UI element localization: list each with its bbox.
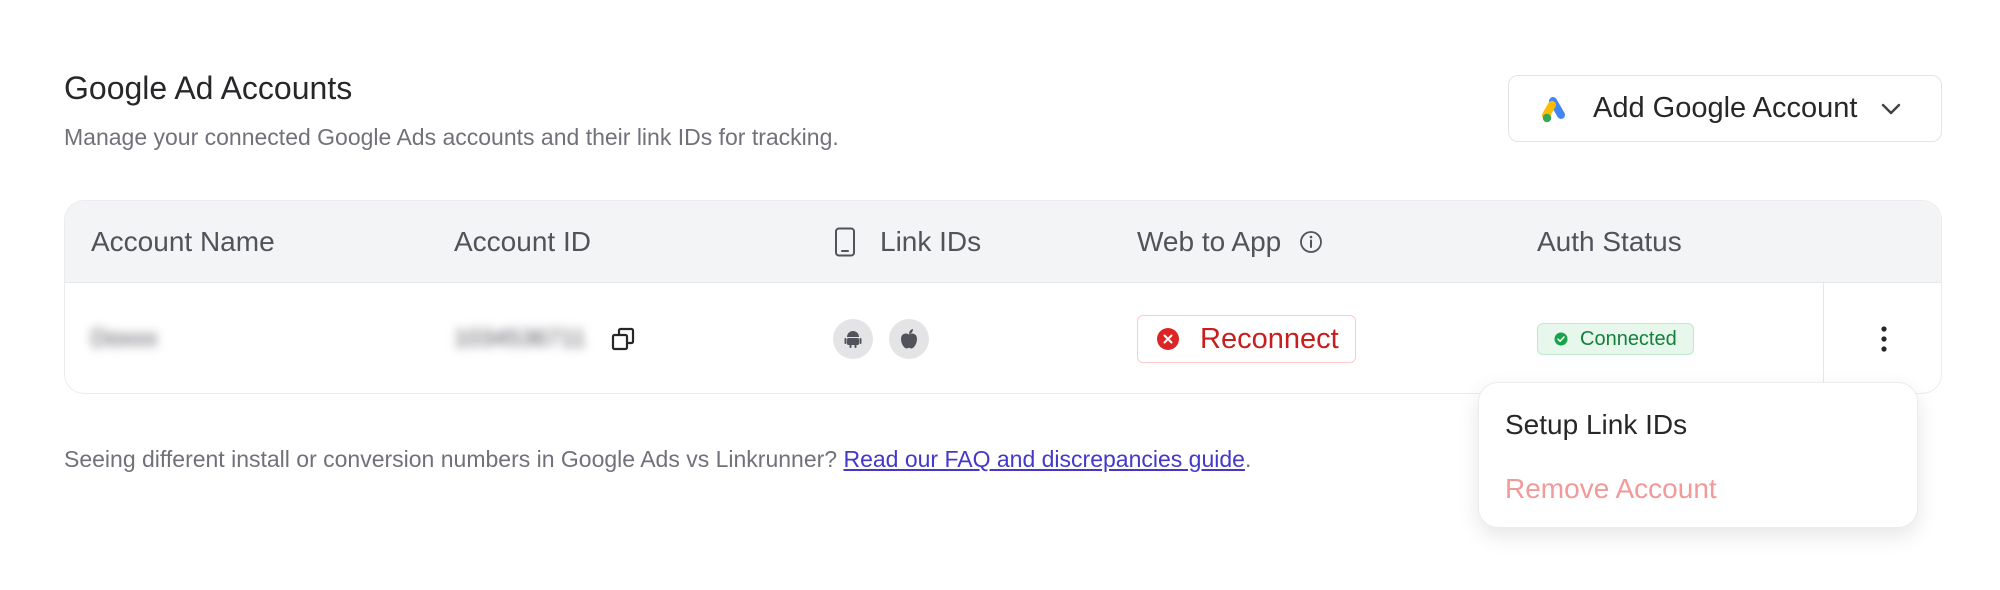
column-header-auth-status: Auth Status — [1537, 226, 1682, 257]
mobile-phone-icon — [835, 227, 855, 257]
menu-item-setup-link-ids[interactable]: Setup Link IDs — [1505, 409, 1687, 441]
page-subtitle: Manage your connected Google Ads account… — [64, 124, 839, 150]
column-header-link-ids-label: Link IDs — [880, 226, 982, 257]
column-header-link-ids: Link IDs — [834, 201, 981, 283]
table-header: Account Name Account ID Link IDs Web to … — [65, 201, 1941, 283]
add-google-account-label: Add Google Account — [1593, 92, 1858, 124]
accounts-table: Account Name Account ID Link IDs Web to … — [64, 200, 1942, 394]
more-vertical-icon — [1880, 326, 1887, 352]
account-id-value: 1034536711 — [454, 325, 586, 352]
table-row: Doxxx 1034536711 Reconnect Connected — [65, 283, 1941, 393]
account-id-cell: 1034536711 — [454, 283, 636, 393]
status-badge-label: Connected — [1580, 327, 1677, 350]
faq-text: Seeing different install or conversion n… — [64, 444, 1251, 474]
chevron-down-icon — [1882, 103, 1901, 114]
reconnect-button[interactable]: Reconnect — [1137, 315, 1356, 363]
error-x-icon — [1157, 328, 1179, 350]
add-google-account-button[interactable]: Add Google Account — [1508, 75, 1942, 142]
android-icon — [844, 331, 862, 348]
apple-badge[interactable] — [889, 319, 929, 359]
row-actions-menu: Setup Link IDs Remove Account — [1478, 382, 1918, 528]
reconnect-label: Reconnect — [1200, 322, 1339, 355]
faq-question: Seeing different install or conversion n… — [64, 446, 838, 472]
copy-icon[interactable] — [610, 326, 636, 352]
faq-link[interactable]: Read our FAQ and discrepancies guide — [843, 446, 1244, 472]
auth-status-cell: Connected — [1537, 283, 1694, 393]
android-badge[interactable] — [833, 319, 873, 359]
column-header-web-to-app-label: Web to App — [1137, 226, 1282, 257]
page-header: Google Ad Accounts Manage your connected… — [64, 68, 839, 152]
page-title: Google Ad Accounts — [64, 70, 353, 106]
account-name-cell: Doxxx — [91, 283, 158, 393]
row-actions-button[interactable] — [1823, 283, 1941, 393]
menu-item-remove-account[interactable]: Remove Account — [1505, 473, 1717, 505]
web-to-app-cell: Reconnect — [1137, 283, 1356, 393]
status-badge: Connected — [1537, 323, 1694, 355]
faq-suffix: . — [1244, 446, 1252, 472]
column-header-web-to-app: Web to App — [1137, 201, 1323, 283]
apple-icon — [901, 329, 917, 349]
info-icon[interactable] — [1299, 230, 1323, 254]
link-ids-cell — [833, 283, 929, 393]
check-circle-icon — [1554, 332, 1568, 346]
column-header-account-id: Account ID — [454, 226, 591, 257]
column-header-account-name: Account Name — [91, 226, 275, 257]
account-name-value: Doxxx — [91, 325, 158, 352]
google-ads-icon — [1542, 96, 1565, 122]
